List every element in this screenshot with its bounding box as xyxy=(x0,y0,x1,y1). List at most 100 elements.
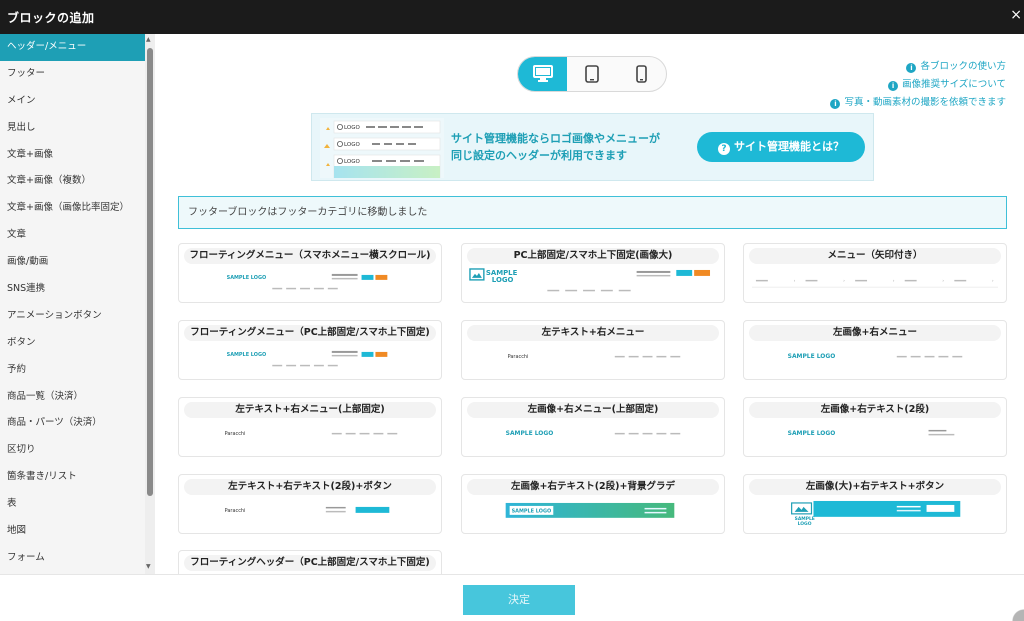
svg-text:Paracchi: Paracchi xyxy=(225,508,246,514)
sidebar-item-image-video[interactable]: 画像/動画 xyxy=(0,249,155,276)
svg-text:SAMPLE LOGO: SAMPLE LOGO xyxy=(512,508,552,514)
scroll-up-icon[interactable]: ▲ xyxy=(146,36,151,43)
block-title: フローティングヘッダー（PC上部固定/スマホ上下固定) xyxy=(184,555,436,571)
block-title: 左テキスト+右メニュー xyxy=(467,325,719,341)
sidebar-item-bullet-list[interactable]: 箇条書き/リスト xyxy=(0,464,155,491)
block-card[interactable]: 左画像+右テキスト(2段)+背景グラデ SAMPLE LOGO xyxy=(461,474,725,534)
block-title: フローティングメニュー（スマホメニュー横スクロール) xyxy=(184,248,436,264)
info-icon: i xyxy=(830,99,841,109)
scroll-down-icon[interactable]: ▼ xyxy=(146,563,151,570)
block-card[interactable]: 左画像(大)+右テキスト+ボタン SAMPLE LOGO xyxy=(743,474,1007,534)
block-preview: Paracchi xyxy=(225,506,390,514)
sidebar-item-sns[interactable]: SNS連携 xyxy=(0,276,155,303)
help-link-photo-request[interactable]: i 写真・動画素材の撮影を依頼できます xyxy=(830,94,1006,112)
close-icon[interactable]: × xyxy=(1010,7,1022,23)
sidebar-item-heading[interactable]: 見出し xyxy=(0,115,155,142)
block-card[interactable]: 左テキスト+右テキスト(2段)+ボタン Paracchi xyxy=(178,474,442,534)
svg-text:SAMPLE LOGO: SAMPLE LOGO xyxy=(227,352,267,358)
site-management-button[interactable]: ? サイト管理機能とは？ xyxy=(697,132,865,162)
sidebar-item-divider[interactable]: 区切り xyxy=(0,437,155,464)
sidebar-item-product-list[interactable]: 商品一覧（決済） xyxy=(0,384,155,411)
device-switch xyxy=(517,56,667,92)
category-sidebar: ヘッダー/メニュー フッター メイン 見出し 文章+画像 文章+画像（複数） 文… xyxy=(0,34,155,574)
svg-text:›: › xyxy=(794,278,796,283)
block-preview: SAMPLE LOGO xyxy=(791,500,961,527)
help-link-image-size[interactable]: i 画像推奨サイズについて xyxy=(830,76,1006,94)
sidebar-item-table[interactable]: 表 xyxy=(0,491,155,518)
svg-text:SAMPLE LOGO: SAMPLE LOGO xyxy=(227,275,267,281)
site-management-banner[interactable]: LOGO LOGO LOGO サイト管理機能ならロゴ画像やメニューが 同じ設定の… xyxy=(311,113,874,181)
block-preview: SAMPLE LOGO xyxy=(788,353,963,360)
sidebar-scroll-thumb[interactable] xyxy=(147,48,153,496)
block-card[interactable]: 左画像+右メニュー(上部固定) SAMPLE LOGO xyxy=(461,397,725,457)
resize-grip-icon[interactable] xyxy=(1008,605,1024,621)
sidebar-item-text-image-multi[interactable]: 文章+画像（複数） xyxy=(0,168,155,195)
block-preview: SAMPLE LOGO xyxy=(469,268,711,292)
help-link-usage[interactable]: i 各ブロックの使い方 xyxy=(830,58,1006,76)
svg-text:›: › xyxy=(843,278,845,283)
svg-text:Paracchi: Paracchi xyxy=(508,354,529,360)
svg-text:›: › xyxy=(992,278,994,283)
sidebar-item-text[interactable]: 文章 xyxy=(0,222,155,249)
block-card[interactable]: 左テキスト+右メニュー(上部固定) Paracchi xyxy=(178,397,442,457)
block-preview: SAMPLE LOGO xyxy=(788,430,955,437)
banner-line-2: 同じ設定のヘッダーが利用できます xyxy=(451,149,627,162)
svg-text:LOGO: LOGO xyxy=(492,276,514,284)
sidebar-item-text-image[interactable]: 文章+画像 xyxy=(0,142,155,169)
sidebar-item-main[interactable]: メイン xyxy=(0,88,155,115)
info-icon: i xyxy=(906,63,917,73)
device-desktop-button[interactable] xyxy=(518,57,568,91)
svg-text:SAMPLE LOGO: SAMPLE LOGO xyxy=(788,353,836,360)
modal-footer: 決定 xyxy=(0,574,1024,621)
sidebar-item-button[interactable]: ボタン xyxy=(0,330,155,357)
block-card[interactable]: PC上部固定/スマホ上下固定(画像大) SAMPLE LOGO xyxy=(461,243,725,303)
confirm-button[interactable]: 決定 xyxy=(463,585,575,615)
block-title: 左画像+右メニュー(上部固定) xyxy=(467,402,719,418)
block-card[interactable]: 左画像+右メニュー SAMPLE LOGO xyxy=(743,320,1007,380)
sidebar-item-reservation[interactable]: 予約 xyxy=(0,357,155,384)
sidebar-item-header-menu[interactable]: ヘッダー/メニュー xyxy=(0,34,155,61)
block-title: 左画像+右テキスト(2段) xyxy=(749,402,1001,418)
block-card[interactable]: 左画像+右テキスト(2段) SAMPLE LOGO xyxy=(743,397,1007,457)
block-title: 左テキスト+右メニュー(上部固定) xyxy=(184,402,436,418)
block-preview: SAMPLE LOGO xyxy=(506,430,681,437)
sidebar-item-map[interactable]: 地図 xyxy=(0,518,155,545)
device-tablet-button[interactable] xyxy=(567,57,616,91)
device-smartphone-button[interactable] xyxy=(617,57,666,91)
svg-text:LOGO: LOGO xyxy=(344,125,360,131)
sidebar-item-product-parts[interactable]: 商品・パーツ（決済） xyxy=(0,410,155,437)
svg-text:SAMPLE LOGO: SAMPLE LOGO xyxy=(506,430,554,437)
smartphone-icon xyxy=(636,65,647,83)
block-card[interactable]: フローティングメニュー（スマホメニュー横スクロール) SAMPLE LOGO xyxy=(178,243,442,303)
svg-text:LOGO: LOGO xyxy=(344,159,360,165)
modal-title: ブロックの追加 xyxy=(7,11,95,25)
block-preview: SAMPLE LOGO xyxy=(505,502,675,518)
block-card[interactable]: フローティングメニュー（PC上部固定/スマホ上下固定) SAMPLE LOGO xyxy=(178,320,442,380)
banner-line-1: サイト管理機能ならロゴ画像やメニューが xyxy=(451,132,660,145)
question-icon: ? xyxy=(718,143,730,155)
info-icon: i xyxy=(888,81,899,91)
sidebar-item-footer[interactable]: フッター xyxy=(0,61,155,88)
block-preview: SAMPLE LOGO xyxy=(227,350,388,367)
block-title: 左テキスト+右テキスト(2段)+ボタン xyxy=(184,479,436,495)
desktop-icon xyxy=(532,65,553,82)
block-title: 左画像(大)+右テキスト+ボタン xyxy=(749,479,1001,495)
banner-text: サイト管理機能ならロゴ画像やメニューが 同じ設定のヘッダーが利用できます xyxy=(451,130,660,164)
block-card[interactable]: 左テキスト+右メニュー Paracchi xyxy=(461,320,725,380)
block-title: メニュー（矢印付き） xyxy=(749,248,1001,264)
block-title: PC上部固定/スマホ上下固定(画像大) xyxy=(467,248,719,264)
footer-moved-notice: フッターブロックはフッターカテゴリに移動しました xyxy=(178,196,1007,229)
svg-text:›: › xyxy=(942,278,944,283)
header-preview-illustration: LOGO LOGO LOGO xyxy=(320,118,444,178)
svg-text:LOGO: LOGO xyxy=(344,142,360,148)
sidebar-item-text-image-ratio[interactable]: 文章+画像（画像比率固定） xyxy=(0,195,155,222)
block-preview: SAMPLE LOGO xyxy=(227,273,388,290)
block-title: 左画像+右テキスト(2段)+背景グラデ xyxy=(467,479,719,495)
sidebar-item-animation-button[interactable]: アニメーションボタン xyxy=(0,303,155,330)
block-card[interactable]: メニュー（矢印付き） › › › › › xyxy=(743,243,1007,303)
block-preview: Paracchi xyxy=(225,431,398,437)
svg-text:SAMPLE LOGO: SAMPLE LOGO xyxy=(788,430,836,437)
block-card[interactable]: フローティングヘッダー（PC上部固定/スマホ上下固定) xyxy=(178,550,442,574)
block-title: 左画像+右メニュー xyxy=(749,325,1001,341)
sidebar-item-form[interactable]: フォーム xyxy=(0,545,155,572)
